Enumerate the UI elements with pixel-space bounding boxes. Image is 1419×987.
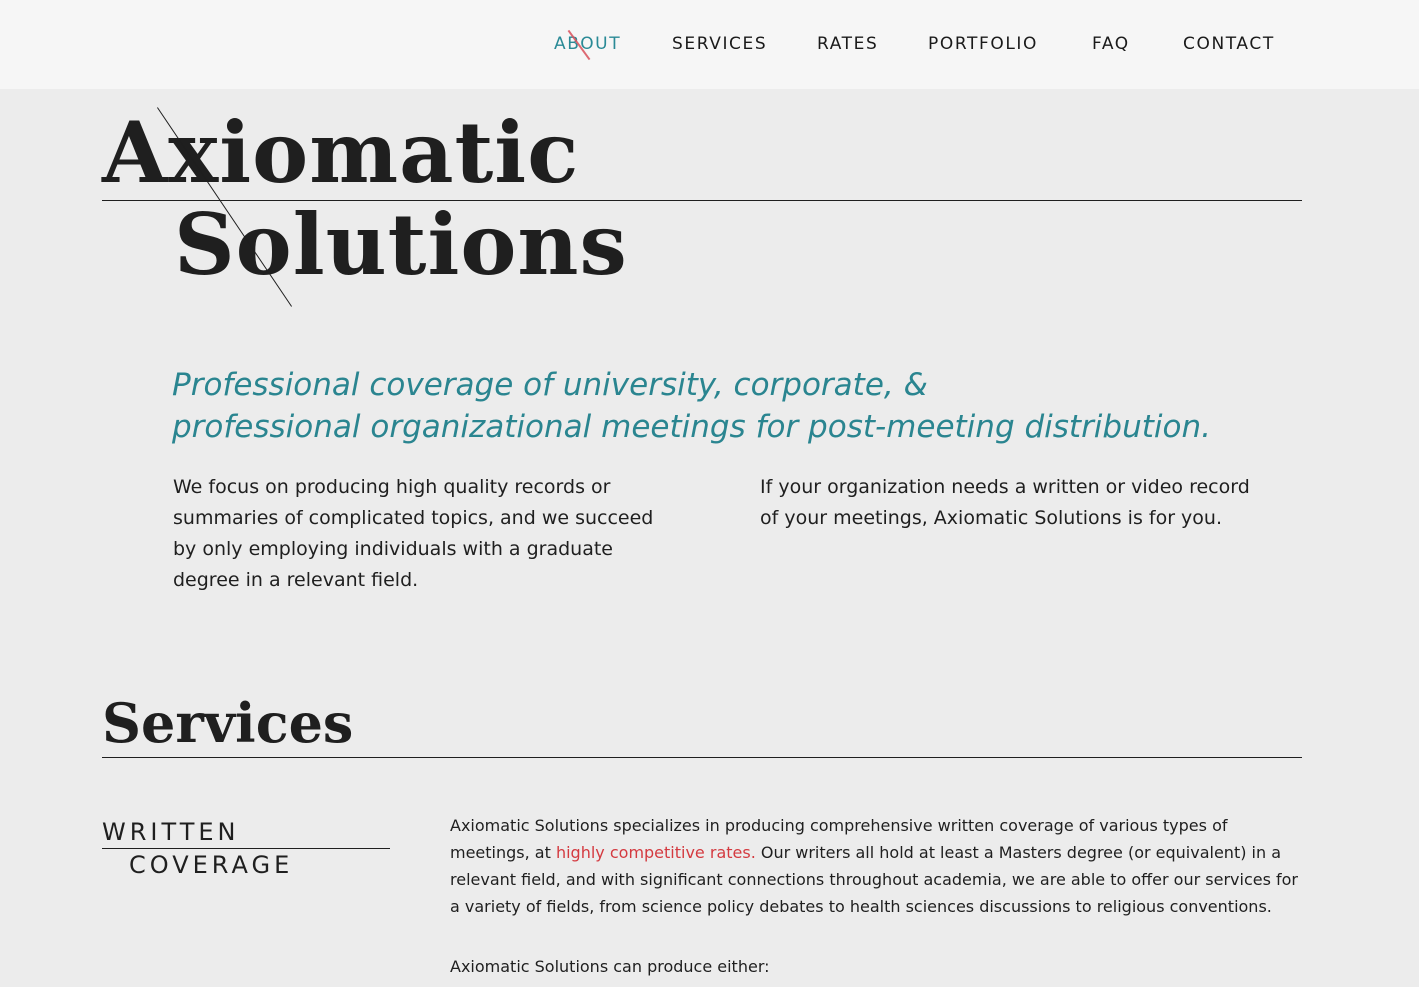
intro-paragraph-right: If your organization needs a written or … [760,476,1250,529]
nav-rates-link[interactable]: RATES [817,34,878,54]
written-coverage-divider [102,848,390,849]
nav-services-link[interactable]: SERVICES [672,34,767,54]
nav-contact-link[interactable]: CONTACT [1183,34,1275,54]
services-divider [102,757,1302,758]
tagline-line-1: Professional coverage of university, cor… [172,367,928,403]
written-coverage-title-line-1: WRITTEN [102,818,240,846]
written-coverage-title-line-2: COVERAGE [129,851,294,879]
nav-faq-link[interactable]: FAQ [1092,34,1130,54]
services-heading: Services [102,691,354,755]
tagline-line-2: professional organizational meetings for… [172,409,1211,445]
logo-line-2: Solutions [174,195,628,294]
written-coverage-description: Axiomatic Solutions specializes in produ… [450,812,1300,980]
produce-intro-text: Axiomatic Solutions can produce either: [450,957,770,976]
main-nav: ABOUT SERVICES RATES PORTFOLIO FAQ CONTA… [0,34,1419,58]
nav-portfolio-link[interactable]: PORTFOLIO [928,34,1038,54]
nav-about-link[interactable]: ABOUT [554,34,621,54]
competitive-rates-link[interactable]: highly competitive rates. [556,843,756,862]
intro-paragraph-left: We focus on producing high quality recor… [173,476,654,591]
hero-tagline: Professional coverage of university, cor… [172,364,1352,448]
logo-divider [102,200,1302,201]
